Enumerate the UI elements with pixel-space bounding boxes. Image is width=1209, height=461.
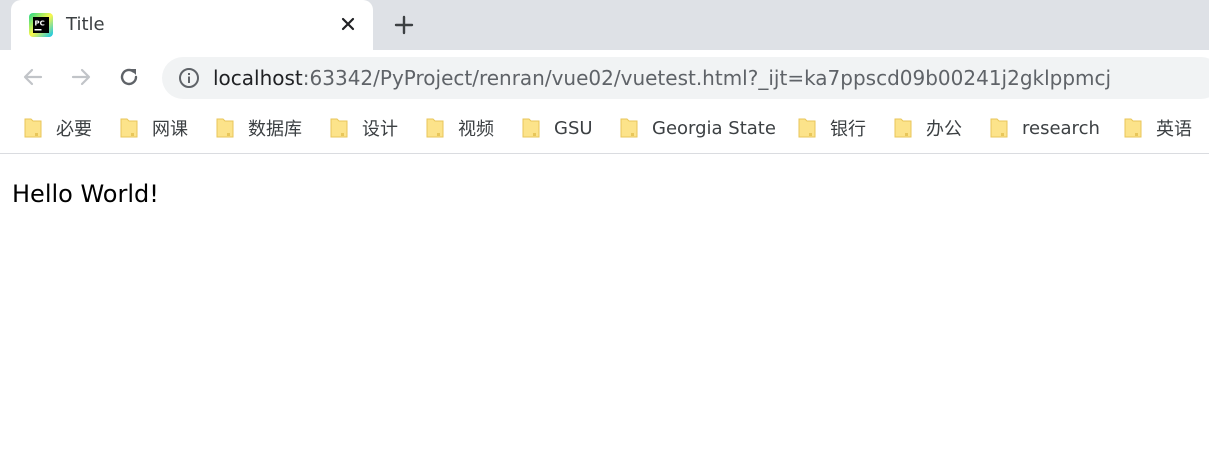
folder-icon [330,118,348,138]
tab-title: Title [66,14,105,35]
pycharm-icon: PC [29,13,53,37]
bookmark-label: 数据库 [248,119,302,140]
folder-icon [120,118,138,138]
bookmark-label: 必要 [56,119,92,140]
bookmark-item[interactable]: 英语 [1124,116,1192,140]
folder-icon [216,118,234,138]
page-content: Hello World! [0,154,1209,461]
bookmark-item[interactable]: research [990,116,1100,140]
bookmarks-bar: 必要 网课 数据库 设计 视频 GSU Georgia State 银行 办公 research 英… [0,104,1209,154]
bookmark-item[interactable]: Georgia State [620,116,776,140]
folder-icon [426,118,444,138]
bookmark-label: 银行 [830,119,866,140]
address-bar[interactable]: localhost:63342/PyProject/renran/vue02/v… [162,57,1209,99]
url-host: localhost [213,66,303,90]
bookmark-item[interactable]: 视频 [426,116,494,140]
folder-icon [620,118,638,138]
bookmark-label: 视频 [458,119,494,140]
page-heading: Hello World! [12,180,159,208]
toolbar: localhost:63342/PyProject/renran/vue02/v… [0,50,1209,104]
bookmark-label: research [1022,117,1100,139]
browser-window: PC Title localhost:63342/PyProject/renra… [0,0,1209,461]
folder-icon [990,118,1008,138]
arrow-left-icon[interactable] [20,64,46,90]
close-icon[interactable] [337,13,359,35]
bookmark-label: 设计 [362,119,398,140]
bookmark-label: 办公 [926,119,962,140]
bookmark-item[interactable]: 必要 [24,116,92,140]
bookmark-item[interactable]: 设计 [330,116,398,140]
folder-icon [522,118,540,138]
folder-icon [798,118,816,138]
svg-text:PC: PC [35,20,45,28]
tab-active[interactable]: PC Title [11,0,373,50]
bookmark-item[interactable]: 数据库 [216,116,302,140]
url-text[interactable]: localhost:63342/PyProject/renran/vue02/v… [213,66,1111,90]
folder-icon [1124,118,1142,138]
info-icon[interactable] [178,67,200,89]
bookmark-label: GSU [554,117,593,139]
folder-icon [24,118,42,138]
new-tab-plus-icon[interactable] [392,13,416,37]
bookmark-item[interactable]: 银行 [798,116,866,140]
bookmark-label: Georgia State [652,117,776,139]
folder-icon [894,118,912,138]
bookmark-label: 英语 [1156,119,1192,140]
url-path: :63342/PyProject/renran/vue02/vuetest.ht… [302,66,1112,90]
arrow-right-icon[interactable] [68,64,94,90]
bookmark-label: 网课 [152,119,188,140]
bookmark-item[interactable]: 网课 [120,116,188,140]
tab-strip: PC Title [0,0,1209,50]
reload-icon[interactable] [116,64,142,90]
bookmark-item[interactable]: GSU [522,116,593,140]
bookmark-item[interactable]: 办公 [894,116,962,140]
